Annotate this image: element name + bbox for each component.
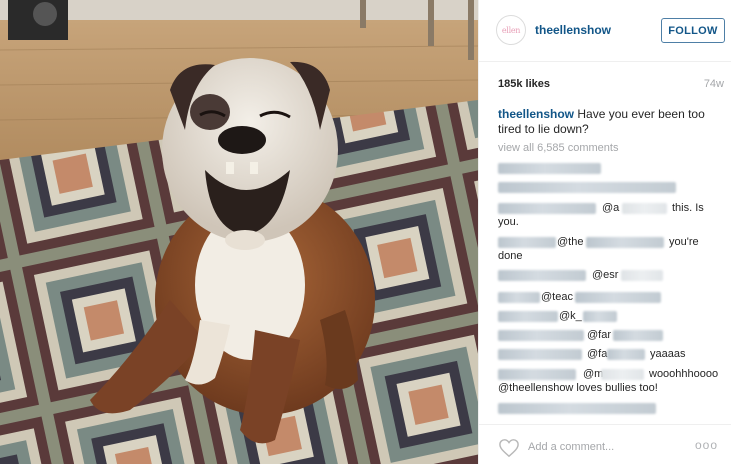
blurred-username xyxy=(498,330,584,341)
blurred-text xyxy=(622,203,667,214)
heart-icon[interactable] xyxy=(498,438,520,458)
blurred-comment xyxy=(498,182,676,193)
blurred-text xyxy=(575,292,661,303)
avatar-logo-text: ellen xyxy=(501,25,521,35)
blurred-text xyxy=(621,270,663,281)
likes-count[interactable]: 185k likes xyxy=(498,78,550,90)
comment-mention[interactable]: @teac xyxy=(541,290,573,305)
add-comment-input[interactable]: Add a comment... xyxy=(528,441,614,453)
blurred-text xyxy=(586,237,664,248)
view-all-comments-link[interactable]: view all 6,585 comments xyxy=(498,142,618,154)
comment-text: this. Is xyxy=(672,202,704,214)
blurred-username xyxy=(498,369,576,380)
comment-mention[interactable]: @a xyxy=(602,201,619,216)
bulldog-photo xyxy=(0,0,478,464)
blurred-comment xyxy=(498,163,601,174)
blurred-text xyxy=(607,349,645,360)
post-sidebar: ellen theellenshow FOLLOW 185k likes 74w… xyxy=(478,0,731,464)
comment-mention[interactable]: @k_ xyxy=(559,309,582,324)
post-header: ellen theellenshow FOLLOW xyxy=(479,0,731,62)
post-stats: 185k likes 74w xyxy=(498,78,726,92)
blurred-username xyxy=(498,270,586,281)
comment-text: yaaaas xyxy=(650,348,686,360)
comment-text: you're xyxy=(669,236,699,248)
blurred-username xyxy=(498,349,582,360)
blurred-text xyxy=(613,330,663,341)
caption-username[interactable]: theellenshow xyxy=(498,107,574,121)
comment-mention[interactable]: @far xyxy=(587,328,611,343)
avatar[interactable]: ellen xyxy=(496,15,526,45)
post-caption: theellenshow Have you ever been too tire… xyxy=(498,107,728,137)
post-photo[interactable] xyxy=(0,0,478,464)
comment-text: you. xyxy=(498,216,519,228)
comment-mention[interactable]: @fa xyxy=(587,347,607,362)
comment-text: done xyxy=(498,250,523,262)
follow-button[interactable]: FOLLOW xyxy=(661,18,725,43)
blurred-text xyxy=(601,369,644,380)
post-footer: Add a comment... ooo xyxy=(479,424,731,464)
blurred-text xyxy=(583,311,617,322)
username-link[interactable]: theellenshow xyxy=(535,23,611,37)
blurred-username xyxy=(498,203,596,214)
more-options-icon[interactable]: ooo xyxy=(695,438,718,452)
blurred-username xyxy=(498,292,540,303)
blurred-username xyxy=(498,311,558,322)
blurred-username xyxy=(498,237,556,248)
comment-text: @theellenshow loves bullies too! xyxy=(498,382,658,394)
blurred-comment xyxy=(498,403,656,414)
post-age[interactable]: 74w xyxy=(704,78,724,90)
comment-mention[interactable]: @the xyxy=(557,235,583,250)
comment-mention[interactable]: @esr xyxy=(592,268,618,283)
comment-text: wooohhhoooo xyxy=(649,368,719,380)
